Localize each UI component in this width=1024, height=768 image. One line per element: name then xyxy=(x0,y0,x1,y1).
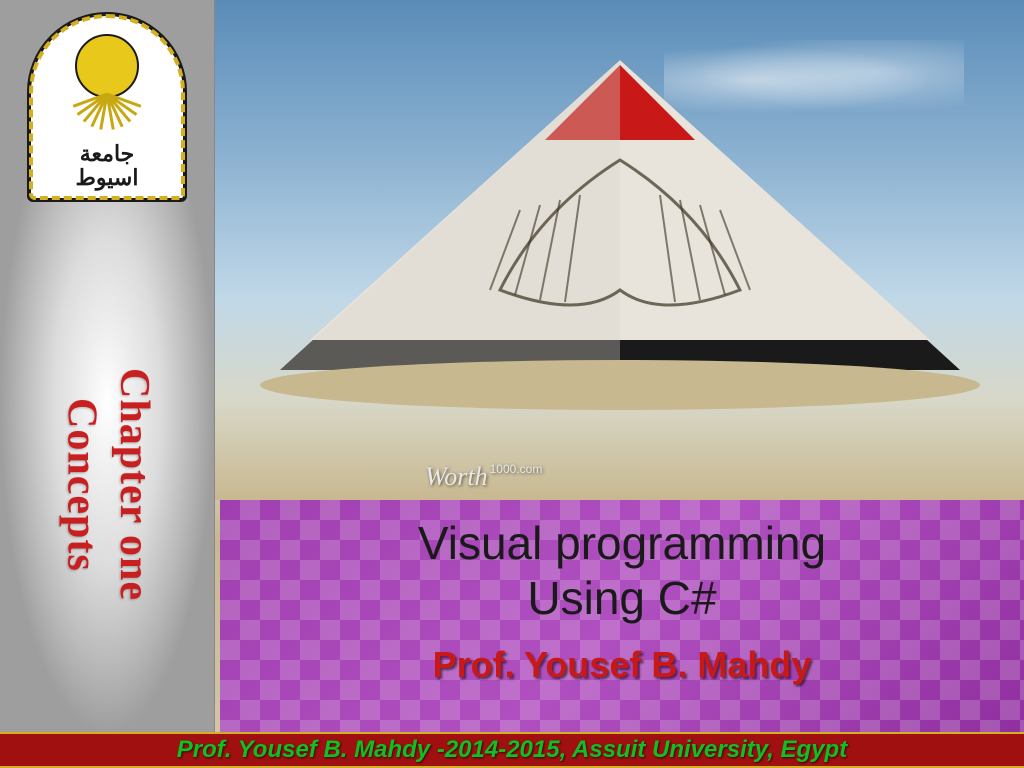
slide: جامعة اسيوط Chapter oneConcepts xyxy=(0,0,1024,768)
author-name: Prof. Yousef B. Mahdy xyxy=(220,644,1024,686)
chapter-label: Chapter oneConcepts xyxy=(55,368,160,601)
footer-text: Prof. Yousef B. Mahdy -2014-2015, Assuit… xyxy=(177,736,847,764)
logo-text-bottom: اسيوط xyxy=(31,166,183,190)
pyramid-icon xyxy=(240,30,1000,450)
title-line-1: Visual programming xyxy=(220,516,1024,571)
chapter-label-container: Chapter oneConcepts xyxy=(0,245,215,725)
title-line-2: Using C# xyxy=(220,571,1024,626)
sidebar-panel: جامعة اسيوط Chapter oneConcepts xyxy=(0,0,215,732)
footer-bar: Prof. Yousef B. Mahdy -2014-2015, Assuit… xyxy=(0,732,1024,768)
slide-title: Visual programming Using C# xyxy=(220,516,1024,626)
hero-image: Worth1000.com xyxy=(215,0,1024,500)
university-logo: جامعة اسيوط xyxy=(27,12,187,202)
watermark-site: 1000.com xyxy=(490,462,543,476)
logo-text-top: جامعة xyxy=(31,142,183,166)
watermark-brand: Worth xyxy=(425,462,488,491)
title-panel: Visual programming Using C# Prof. Yousef… xyxy=(220,500,1024,732)
sun-icon xyxy=(75,34,139,98)
image-watermark: Worth1000.com xyxy=(425,462,542,492)
logo-arabic-text: جامعة اسيوط xyxy=(31,142,183,190)
